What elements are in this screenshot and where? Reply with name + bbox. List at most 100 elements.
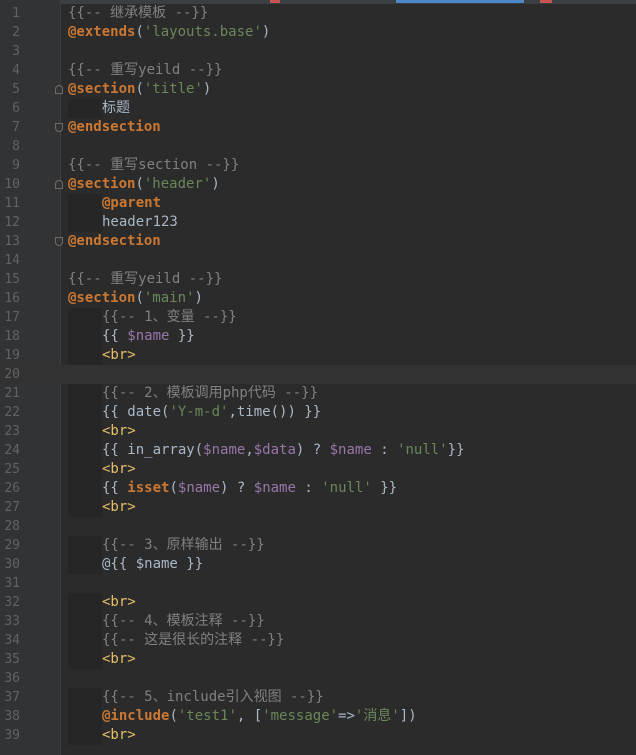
- line-number: 14: [4, 253, 20, 268]
- indent-guide: [68, 498, 102, 517]
- code-line[interactable]: 2 @extends('layouts.base'): [0, 23, 636, 42]
- code-token: @{{: [102, 556, 136, 572]
- code-line[interactable]: 21 {{-- 2、模板调用php代码 --}}: [0, 384, 636, 403]
- code-token: (: [169, 480, 178, 496]
- code-token: }}: [177, 556, 204, 572]
- code-line[interactable]: 14: [0, 251, 636, 270]
- code-line[interactable]: 7 @endsection: [0, 118, 636, 137]
- line-number: 13: [4, 234, 20, 249]
- indent-guide: [68, 650, 102, 669]
- code-line[interactable]: 23 <br>: [0, 422, 636, 441]
- indent-guide: [68, 346, 102, 365]
- code-line[interactable]: 35 <br>: [0, 650, 636, 669]
- code-token: @extends: [68, 24, 136, 40]
- fold-start-icon[interactable]: [55, 180, 63, 189]
- line-number: 21: [4, 386, 20, 401]
- code-line[interactable]: 39 <br>: [0, 726, 636, 745]
- indent-guide: [68, 688, 102, 707]
- fold-end-icon[interactable]: [55, 237, 63, 246]
- code-editor[interactable]: 1 {{-- 继承模板 --}} 2 @extends ( 'layouts.base')…: [0, 0, 636, 755]
- code-line[interactable]: 18 {{ $name }}: [0, 327, 636, 346]
- fold-end-icon[interactable]: [55, 123, 63, 132]
- code-line[interactable]: 17 {{-- 1、变量 --}}: [0, 308, 636, 327]
- code-line[interactable]: 1 {{-- 继承模板 --}}: [0, 4, 636, 23]
- line-number: 2: [12, 25, 20, 40]
- code-text: 标题: [68, 99, 130, 118]
- code-token: (: [135, 176, 144, 192]
- code-line[interactable]: 29 {{-- 3、原样输出 --}}: [0, 536, 636, 555]
- line-number: 19: [4, 348, 20, 363]
- code-token: <br>: [102, 423, 136, 439]
- code-line[interactable]: 20: [0, 365, 636, 384]
- code-line[interactable]: 11 @parent: [0, 194, 636, 213]
- code-line[interactable]: 25 <br>: [0, 460, 636, 479]
- line-number: 36: [4, 671, 20, 686]
- line-number: 8: [12, 139, 20, 154]
- line-number: 27: [4, 500, 20, 515]
- code-token: $data: [253, 442, 296, 458]
- line-number: 37: [4, 690, 20, 705]
- code-token: @section: [68, 290, 136, 306]
- indent-guide: [68, 213, 102, 232]
- indent-guide: [68, 726, 102, 745]
- code-line[interactable]: 3: [0, 42, 636, 61]
- code-line[interactable]: 4 {{-- 重写yeild --}}: [0, 61, 636, 80]
- indent-guide: [68, 593, 102, 612]
- code-line[interactable]: 27 <br>: [0, 498, 636, 517]
- code-token: ) ?: [295, 442, 330, 458]
- code-line[interactable]: 37 {{-- 5、include引入视图 --}}: [0, 688, 636, 707]
- code-text: @{{ $name }}: [68, 555, 203, 574]
- code-token: (: [135, 290, 144, 306]
- code-text: <br>: [68, 346, 136, 365]
- line-number: 26: [4, 481, 20, 496]
- tab-accent: [540, 0, 552, 3]
- line-number: 1: [12, 6, 20, 21]
- code-line[interactable]: 16 @section('main'): [0, 289, 636, 308]
- code-line[interactable]: 38 @include('test1', ['message'=>'消息']): [0, 707, 636, 726]
- code-line[interactable]: 10 @section('header'): [0, 175, 636, 194]
- indent-guide: [68, 707, 102, 726]
- code-token: @parent: [102, 195, 162, 211]
- code-lines[interactable]: 1 {{-- 继承模板 --}} 2 @extends ( 'layouts.base')…: [0, 4, 636, 745]
- fold-start-icon[interactable]: [55, 85, 63, 94]
- code-token: ): [261, 24, 271, 40]
- code-line[interactable]: 36: [0, 669, 636, 688]
- line-number: 33: [4, 614, 20, 629]
- code-token: {{ date(: [102, 404, 170, 420]
- code-line[interactable]: 19 <br>: [0, 346, 636, 365]
- code-line[interactable]: 12 header123: [0, 213, 636, 232]
- code-line[interactable]: 9 {{-- 重写section --}}: [0, 156, 636, 175]
- code-token: ): [202, 81, 212, 97]
- code-token: {{-- 5、include引入视图 --}}: [102, 689, 324, 705]
- line-number: 24: [4, 443, 20, 458]
- code-line[interactable]: 8: [0, 137, 636, 156]
- code-token: {{-- 2、模板调用php代码 --}}: [102, 385, 319, 401]
- code-text: <br>: [68, 498, 136, 517]
- code-line[interactable]: 22 {{ date('Y-m-d',time()) }}: [0, 403, 636, 422]
- code-token: 'null': [321, 480, 372, 496]
- code-token: 'title': [143, 81, 203, 97]
- code-line[interactable]: 15 {{-- 重写yeild --}}: [0, 270, 636, 289]
- line-number: 11: [4, 196, 20, 211]
- code-line[interactable]: 5 @section('title'): [0, 80, 636, 99]
- code-token: {{-- 重写yeild --}}: [68, 62, 223, 78]
- code-token: @endsection: [68, 119, 161, 135]
- code-line[interactable]: 6 标题: [0, 99, 636, 118]
- code-line[interactable]: 31: [0, 574, 636, 593]
- code-line[interactable]: 24{{ in_array($name,$data) ? $name : 'nu…: [0, 441, 636, 460]
- line-number: 28: [4, 519, 20, 534]
- active-tab-indicator[interactable]: [396, 0, 524, 3]
- code-token: {{-- 重写section --}}: [68, 157, 240, 173]
- code-line[interactable]: 34 {{-- 这是很长的注释 --}}: [0, 631, 636, 650]
- code-line[interactable]: 30 @{{ $name }}: [0, 555, 636, 574]
- code-line[interactable]: 33 {{-- 4、模板注释 --}}: [0, 612, 636, 631]
- code-line[interactable]: 28: [0, 517, 636, 536]
- code-token: :: [371, 442, 398, 458]
- code-token: 'layouts.base': [143, 24, 262, 40]
- indent-guide: [68, 479, 102, 498]
- code-token: :: [295, 480, 322, 496]
- code-line[interactable]: 32 <br>: [0, 593, 636, 612]
- code-line[interactable]: 26{{ isset($name) ? $name : 'null' }}: [0, 479, 636, 498]
- indent-guide: [68, 308, 102, 327]
- code-line[interactable]: 13 @endsection: [0, 232, 636, 251]
